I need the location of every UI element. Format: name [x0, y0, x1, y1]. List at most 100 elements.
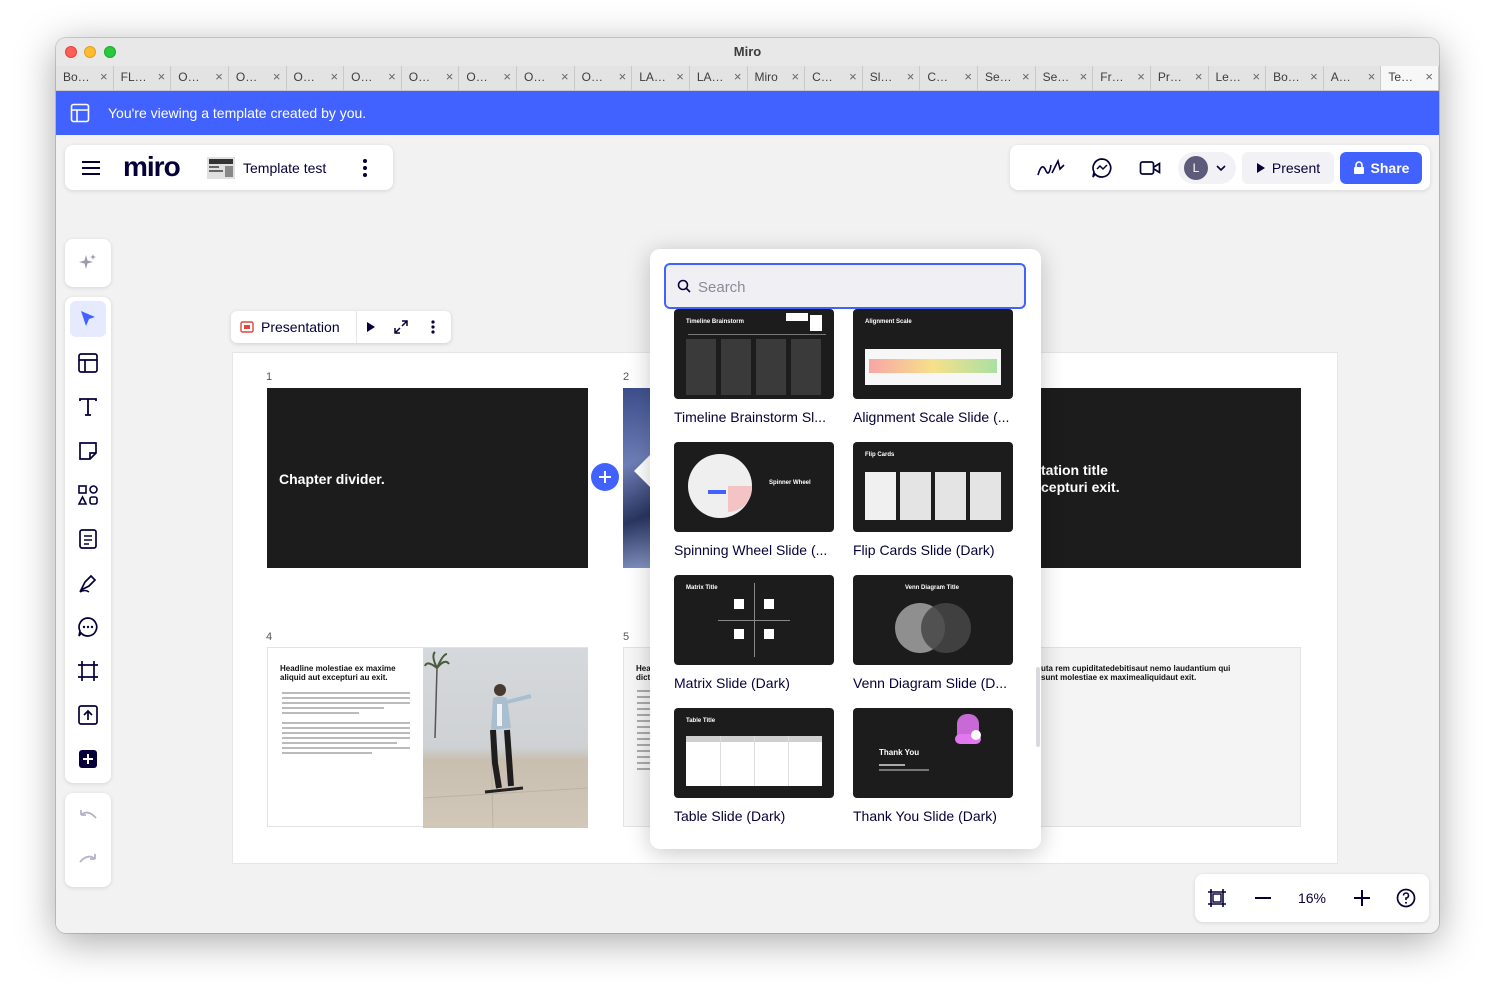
board-canvas[interactable]: miro Template test L Present Share Prese…	[56, 135, 1439, 933]
browser-tab[interactable]: O… ×	[229, 66, 287, 90]
slide-1[interactable]: Chapter divider.	[267, 388, 588, 568]
close-tab-icon[interactable]: ×	[849, 69, 857, 84]
close-tab-icon[interactable]: ×	[1137, 69, 1145, 84]
close-tab-icon[interactable]: ×	[619, 69, 627, 84]
browser-tab[interactable]: O… ×	[171, 66, 229, 90]
reactions-icon[interactable]	[1036, 154, 1066, 182]
miro-logo[interactable]: miro	[123, 151, 181, 183]
browser-tab[interactable]: A… ×	[1324, 66, 1382, 90]
browser-tab[interactable]: O… ×	[575, 66, 633, 90]
present-button[interactable]: Present	[1242, 152, 1334, 184]
play-presentation-icon[interactable]	[359, 315, 383, 339]
close-tab-icon[interactable]: ×	[273, 69, 281, 84]
doc-tool-icon[interactable]	[70, 521, 106, 557]
zoom-in-icon[interactable]	[1350, 886, 1374, 910]
board-options-icon[interactable]	[353, 156, 377, 180]
close-tab-icon[interactable]: ×	[1425, 69, 1433, 84]
presentation-label[interactable]: Presentation	[261, 319, 340, 335]
search-field[interactable]	[664, 263, 1026, 309]
upload-tool-icon[interactable]	[70, 697, 106, 733]
main-menu-bar: miro Template test	[65, 145, 393, 190]
browser-tab[interactable]: Le… ×	[1209, 66, 1267, 90]
browser-tab[interactable]: Te… ×	[1381, 66, 1439, 90]
sticky-note-tool-icon[interactable]	[70, 433, 106, 469]
redo-icon[interactable]	[70, 843, 106, 879]
shapes-tool-icon[interactable]	[70, 477, 106, 513]
close-tab-icon[interactable]: ×	[907, 69, 915, 84]
help-icon[interactable]	[1394, 886, 1418, 910]
chat-icon[interactable]	[1088, 154, 1116, 182]
browser-tab[interactable]: C… ×	[805, 66, 863, 90]
close-tab-icon[interactable]: ×	[1368, 69, 1376, 84]
browser-tab[interactable]: Fr… ×	[1093, 66, 1151, 90]
board-name[interactable]: Template test	[243, 160, 326, 176]
user-menu[interactable]: L	[1178, 152, 1236, 184]
presentation-options-icon[interactable]	[421, 315, 445, 339]
close-tab-icon[interactable]: ×	[676, 69, 684, 84]
browser-tab[interactable]: Sl… ×	[863, 66, 921, 90]
close-tab-icon[interactable]: ×	[792, 69, 800, 84]
select-tool-icon[interactable]	[70, 301, 106, 337]
close-tab-icon[interactable]: ×	[446, 69, 454, 84]
present-label: Present	[1271, 160, 1321, 176]
tab-label: O…	[466, 70, 488, 84]
close-tab-icon[interactable]: ×	[1253, 69, 1261, 84]
tab-label: Se…	[985, 70, 1012, 84]
slide-number: 5	[623, 631, 630, 643]
close-tab-icon[interactable]: ×	[561, 69, 569, 84]
slide-3[interactable]: tation title cepturi exit.	[1041, 388, 1301, 568]
undo-icon[interactable]	[70, 799, 106, 835]
browser-tab[interactable]: O… ×	[344, 66, 402, 90]
browser-tab[interactable]: Bo… ×	[1266, 66, 1324, 90]
ai-sparkle-icon[interactable]	[70, 245, 106, 281]
frame-tool-icon[interactable]	[70, 653, 106, 689]
browser-tab[interactable]: LA… ×	[690, 66, 748, 90]
browser-tab[interactable]: C… ×	[920, 66, 978, 90]
search-input[interactable]	[698, 275, 1008, 299]
templates-tool-icon[interactable]	[70, 345, 106, 381]
close-tab-icon[interactable]: ×	[1195, 69, 1203, 84]
close-tab-icon[interactable]: ×	[1080, 69, 1088, 84]
close-tab-icon[interactable]: ×	[503, 69, 511, 84]
share-button[interactable]: Share	[1340, 152, 1422, 184]
close-tab-icon[interactable]: ×	[964, 69, 972, 84]
creation-toolbar	[65, 297, 111, 783]
more-tools-icon[interactable]	[70, 741, 106, 777]
tab-label: O…	[235, 70, 258, 84]
comment-tool-icon[interactable]	[70, 609, 106, 645]
template-list-scrollbar[interactable]	[1036, 667, 1040, 747]
browser-tab[interactable]: Miro ×	[748, 66, 806, 90]
close-tab-icon[interactable]: ×	[215, 69, 223, 84]
tab-label: Fr…	[1100, 70, 1124, 84]
browser-tab[interactable]: Se… ×	[978, 66, 1036, 90]
browser-tab[interactable]: O… ×	[402, 66, 460, 90]
close-tab-icon[interactable]: ×	[388, 69, 396, 84]
slide-4[interactable]: Headline molestiae ex maxime aliquid aut…	[267, 647, 589, 829]
zoom-out-icon[interactable]	[1251, 886, 1275, 910]
close-tab-icon[interactable]: ×	[100, 69, 108, 84]
fit-to-screen-icon[interactable]	[1205, 886, 1229, 910]
browser-tab[interactable]: FL… ×	[114, 66, 172, 90]
close-tab-icon[interactable]: ×	[734, 69, 742, 84]
browser-tab[interactable]: O… ×	[287, 66, 345, 90]
pen-tool-icon[interactable]	[70, 565, 106, 601]
hamburger-menu-icon[interactable]	[79, 156, 103, 180]
add-slide-button[interactable]	[591, 463, 619, 491]
video-call-icon[interactable]	[1136, 154, 1164, 182]
browser-tab[interactable]: Se… ×	[1036, 66, 1094, 90]
close-tab-icon[interactable]: ×	[1022, 69, 1030, 84]
tab-label: O…	[581, 70, 603, 84]
browser-tab[interactable]: Pr… ×	[1151, 66, 1209, 90]
browser-tab[interactable]: Bo… ×	[56, 66, 114, 90]
text-tool-icon[interactable]	[70, 389, 106, 425]
zoom-level[interactable]: 16%	[1283, 890, 1341, 906]
zoom-controls: 16%	[1195, 874, 1429, 922]
close-tab-icon[interactable]: ×	[331, 69, 339, 84]
close-tab-icon[interactable]: ×	[158, 69, 166, 84]
browser-tab[interactable]: O… ×	[517, 66, 575, 90]
close-tab-icon[interactable]: ×	[1310, 69, 1318, 84]
expand-icon[interactable]	[389, 315, 413, 339]
banner-text: You're viewing a template created by you…	[108, 105, 367, 121]
browser-tab[interactable]: LA… ×	[632, 66, 690, 90]
browser-tab[interactable]: O… ×	[459, 66, 517, 90]
